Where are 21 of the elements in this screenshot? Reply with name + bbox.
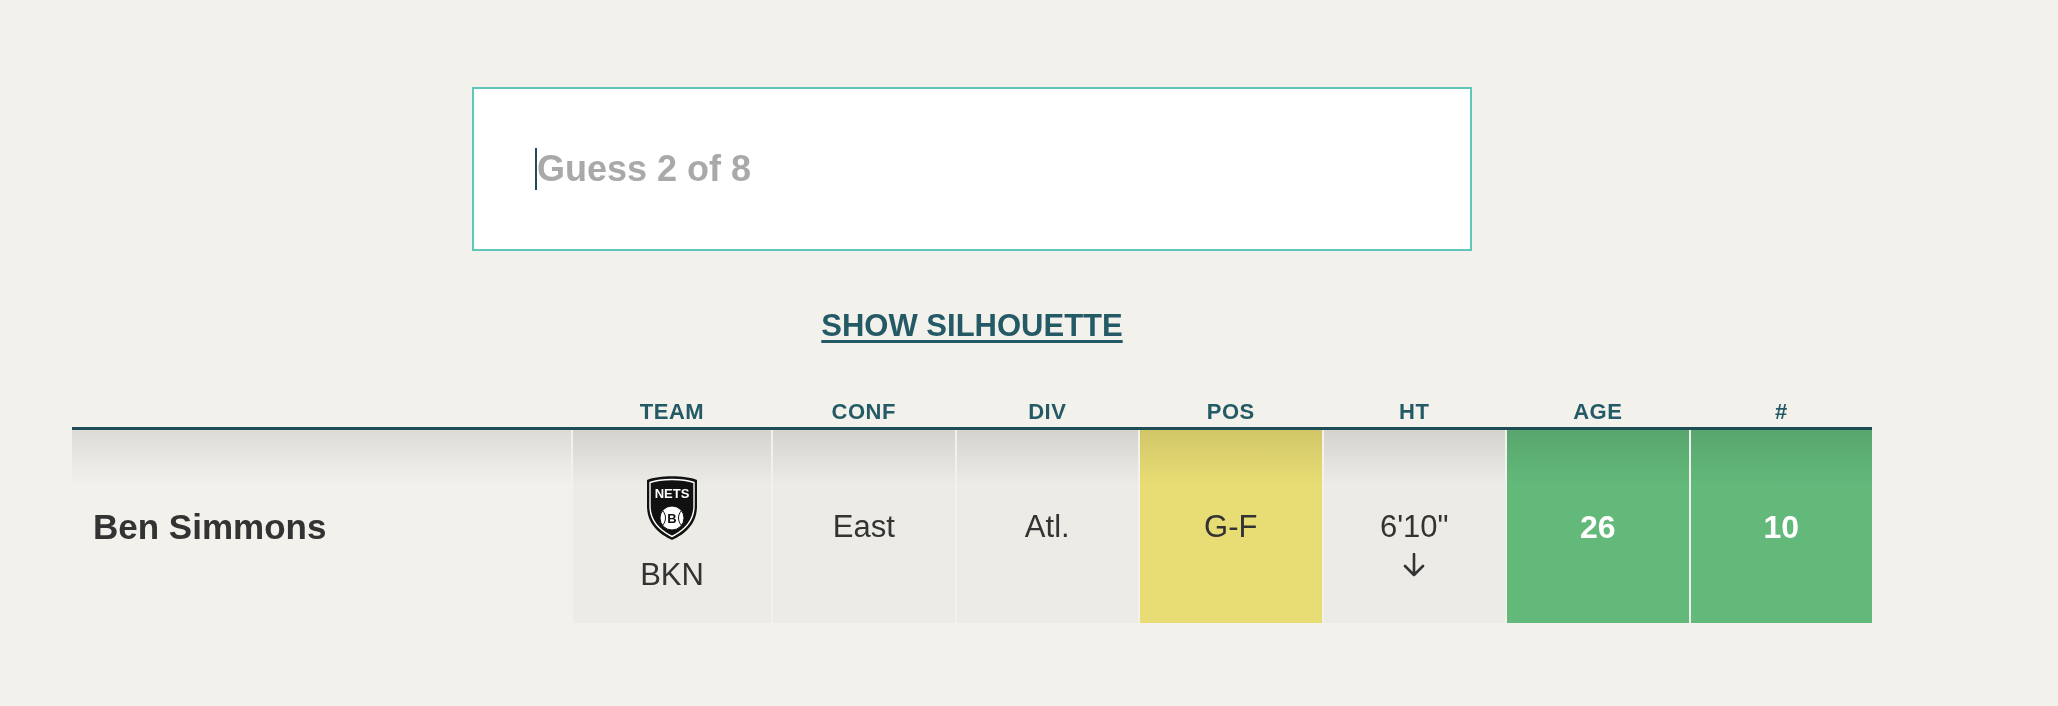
logo-wordmark: NETS <box>654 486 690 501</box>
logo-letter: B <box>667 511 677 526</box>
guess-input[interactable]: Guess 2 of 8 <box>472 87 1472 251</box>
player-name: Ben Simmons <box>93 506 327 547</box>
column-header: HT <box>1398 401 1431 423</box>
cell-value: BKN <box>640 557 704 593</box>
cell-value: 26 <box>1579 508 1616 545</box>
cell-value: 6'10" <box>1379 508 1449 545</box>
text-cursor-icon <box>535 148 537 190</box>
column-header: # <box>1773 401 1789 423</box>
column-header: TEAM <box>638 401 706 423</box>
cell-value: 10 <box>1763 508 1800 545</box>
cell-value: Atl. <box>1024 508 1070 545</box>
column-header: CONF <box>830 401 897 423</box>
show-silhouette-link[interactable]: SHOW SILHOUETTE <box>821 310 1123 342</box>
column-header: DIV <box>1027 401 1068 423</box>
column-header: AGE <box>1572 401 1624 423</box>
cell-value: East <box>832 508 895 545</box>
cell-value: G-F <box>1204 508 1258 545</box>
column-header: POS <box>1205 401 1256 423</box>
basketball-drawing <box>659 505 685 531</box>
